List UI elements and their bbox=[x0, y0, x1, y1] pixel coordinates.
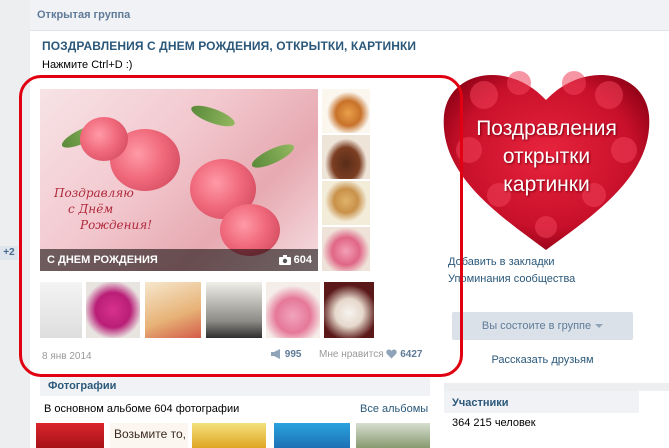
thumb-pink-flowers[interactable] bbox=[266, 282, 320, 338]
photo-thumb-1[interactable] bbox=[36, 423, 104, 448]
thumb-roses[interactable] bbox=[322, 227, 370, 271]
page-title: ПОЗДРАВЛЕНИЯ С ДНЕМ РОЖДЕНИЯ, ОТКРЫТКИ, … bbox=[42, 39, 417, 53]
album-title: С ДНЕМ РОЖДЕНИЯ bbox=[47, 254, 158, 266]
thumb-cake[interactable] bbox=[322, 135, 370, 179]
group-status: Нажмите Ctrl+D :) bbox=[42, 59, 133, 71]
heart-icon bbox=[386, 349, 398, 359]
thumb-birthday-card[interactable] bbox=[145, 282, 201, 338]
photos-section-header: Фотографии bbox=[40, 375, 430, 396]
photos-section-title[interactable]: Фотографии bbox=[48, 380, 116, 392]
megaphone-icon bbox=[271, 349, 280, 360]
camera-icon bbox=[278, 255, 291, 266]
left-gutter bbox=[0, 0, 30, 448]
tell-friends-link[interactable]: Рассказать друзьям bbox=[452, 354, 633, 366]
album-date: 8 янв 2014 bbox=[42, 351, 92, 362]
participants-header: Участники bbox=[444, 391, 639, 413]
card-greeting-text: Поздравляю с Днём Рождения! bbox=[54, 186, 153, 232]
avatar-caption: Поздравления открытки картинки bbox=[476, 117, 617, 196]
mentions-link[interactable]: Упоминания сообщества bbox=[448, 273, 575, 290]
group-avatar[interactable]: Поздравления открытки картинки bbox=[439, 55, 654, 255]
share-button[interactable]: 995 bbox=[270, 349, 304, 360]
album-side-thumbnails bbox=[322, 89, 370, 273]
group-page: ПОЗДРАВЛЕНИЯ С ДНЕМ РОЖДЕНИЯ, ОТКРЫТКИ, … bbox=[30, 31, 669, 448]
like-button[interactable]: Мне нравится 6427 bbox=[319, 349, 422, 360]
thumb-kitten[interactable] bbox=[322, 89, 370, 133]
album-cover-photo[interactable]: Поздравляю с Днём Рождения! С ДНЕМ РОЖДЕ… bbox=[40, 89, 318, 271]
participants-title[interactable]: Участники bbox=[452, 397, 509, 409]
thumb-car-gifts[interactable] bbox=[206, 282, 262, 338]
participants-count: 364 215 человек bbox=[452, 417, 536, 429]
photo-thumb-2[interactable]: Возьмите то, bbox=[110, 423, 188, 448]
album-photo-count: 604 bbox=[278, 254, 312, 266]
thumb-teddy-bears[interactable] bbox=[322, 181, 370, 225]
chevron-down-icon bbox=[595, 324, 604, 329]
album-stats: 995 Мне нравится 6427 bbox=[270, 349, 422, 360]
photo-thumb-5[interactable] bbox=[356, 423, 430, 448]
photos-album-info: В основном альбоме 604 фотографии bbox=[44, 403, 240, 415]
group-type-header: Открытая группа bbox=[30, 0, 669, 31]
left-counter-badge[interactable]: +2 bbox=[0, 246, 18, 260]
group-type-label: Открытая группа bbox=[37, 9, 131, 21]
thumb-bears-hearts[interactable] bbox=[40, 282, 82, 338]
membership-button[interactable]: Вы состоите в группе bbox=[452, 312, 633, 340]
photo-thumb-3[interactable] bbox=[192, 423, 266, 448]
right-divider bbox=[444, 383, 669, 391]
group-actions-links: Добавить в закладки Упоминания сообществ… bbox=[448, 256, 575, 290]
all-albums-link[interactable]: Все альбомы bbox=[360, 403, 428, 415]
add-bookmark-link[interactable]: Добавить в закладки bbox=[448, 256, 575, 273]
thumb-flower-bouquet[interactable] bbox=[86, 282, 140, 338]
album-caption-bar: С ДНЕМ РОЖДЕНИЯ 604 bbox=[40, 249, 318, 271]
photo-thumb-4[interactable] bbox=[274, 423, 350, 448]
thumb-dessert[interactable] bbox=[324, 282, 374, 338]
